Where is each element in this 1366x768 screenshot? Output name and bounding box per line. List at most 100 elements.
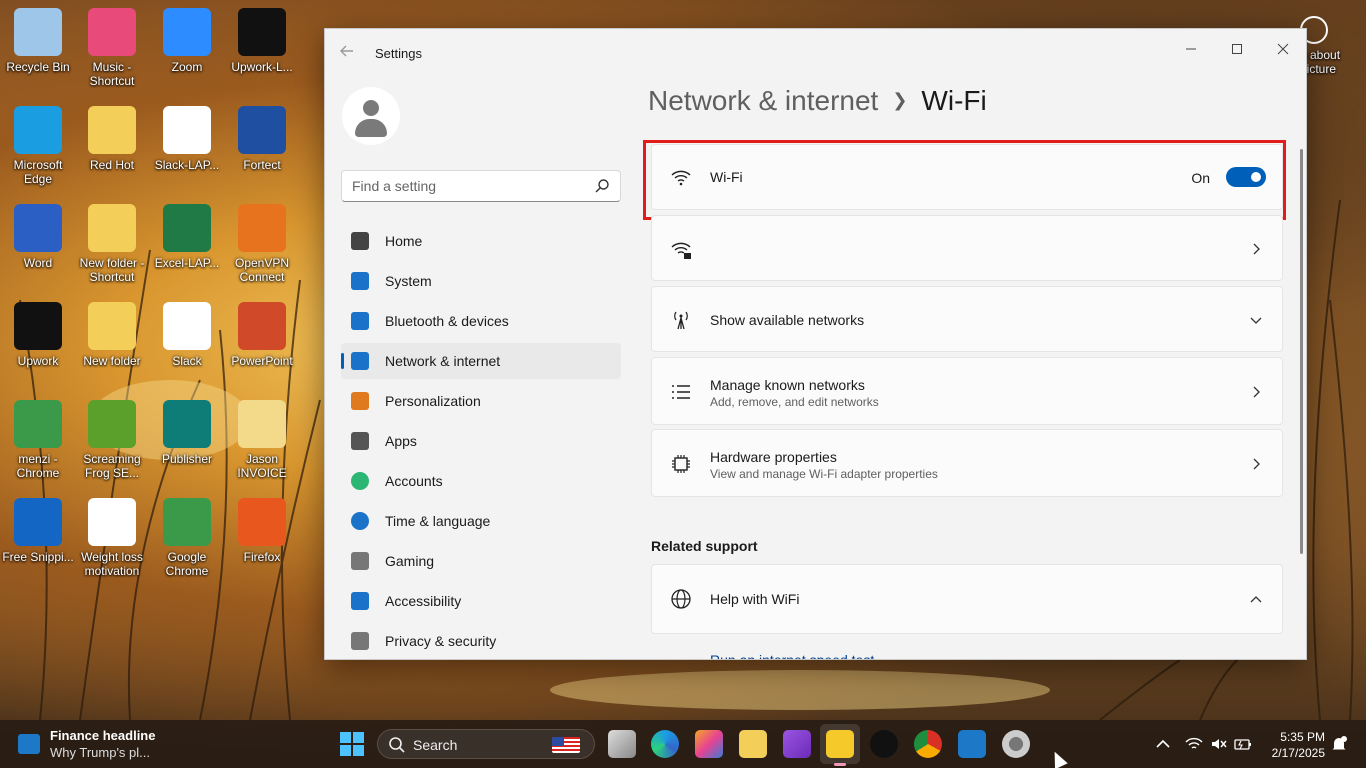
- desktop-icon[interactable]: Upwork: [0, 302, 76, 368]
- desktop-icon[interactable]: Google Chrome: [149, 498, 225, 578]
- news-headline: Why Trump's pl...: [50, 745, 151, 760]
- show-available-networks-card[interactable]: Show available networks: [651, 286, 1283, 352]
- battery-icon[interactable]: [1234, 735, 1252, 753]
- nav-item-personalization[interactable]: Personalization: [341, 383, 621, 419]
- desktop-icon[interactable]: Firefox: [224, 498, 300, 564]
- taskbar-search[interactable]: Search: [377, 729, 595, 759]
- hardware-properties-card[interactable]: Hardware properties View and manage Wi-F…: [651, 429, 1283, 497]
- apps-icon: [351, 432, 369, 450]
- speed-test-link[interactable]: Run an internet speed test: [710, 652, 874, 659]
- breadcrumb-parent[interactable]: Network & internet: [648, 85, 878, 116]
- chevron-up-icon[interactable]: [1154, 735, 1172, 753]
- desktop-icon[interactable]: Microsoft Edge: [0, 106, 76, 186]
- maximize-button[interactable]: [1214, 35, 1260, 65]
- folder-icon: [238, 400, 286, 448]
- desktop-icon[interactable]: Excel-LAP...: [149, 204, 225, 270]
- desktop-icon[interactable]: Upwork-L...: [224, 8, 300, 74]
- desktop-icon[interactable]: Free Snippi...: [0, 498, 76, 564]
- sticky-notes-icon[interactable]: [826, 730, 854, 766]
- desktop-icon[interactable]: Recycle Bin: [0, 8, 76, 74]
- nav-item-time-language[interactable]: Time & language: [341, 503, 621, 539]
- nav-item-system[interactable]: System: [341, 263, 621, 299]
- related-support-heading: Related support: [651, 538, 758, 554]
- learn-about-picture[interactable]: o about picture: [1300, 16, 1360, 76]
- desktop-icon[interactable]: Music - Shortcut: [74, 8, 150, 88]
- settings-gear-icon[interactable]: [1002, 730, 1030, 758]
- desktop-icon[interactable]: menzi - Chrome: [0, 400, 76, 480]
- desktop-icon[interactable]: Slack-LAP...: [149, 106, 225, 172]
- chip-icon: [672, 455, 690, 473]
- manage-known-networks-card[interactable]: Manage known networks Add, remove, and e…: [651, 357, 1283, 425]
- desktop-icon[interactable]: New folder - Shortcut: [74, 204, 150, 284]
- desktop-icon[interactable]: Jason INVOICE: [224, 400, 300, 480]
- chevron-up-icon: [1250, 596, 1262, 603]
- desktop-icon[interactable]: Fortect: [224, 106, 300, 172]
- file-explorer-icon[interactable]: [739, 730, 767, 758]
- wifi-icon[interactable]: [1185, 735, 1203, 753]
- page-title: Wi-Fi: [921, 85, 987, 116]
- title-bar: Settings: [325, 29, 1306, 77]
- chrome-icon: [14, 400, 62, 448]
- powerpoint-icon: [238, 302, 286, 350]
- desktop-icon[interactable]: Slack: [149, 302, 225, 368]
- nav-item-accounts[interactable]: Accounts: [341, 463, 621, 499]
- minimize-button[interactable]: [1168, 35, 1214, 65]
- arrow-left-icon: [340, 45, 353, 57]
- desktop-icon[interactable]: Weight loss motivation: [74, 498, 150, 578]
- folder-icon: [88, 302, 136, 350]
- nav-item-bluetooth-devices[interactable]: Bluetooth & devices: [341, 303, 621, 339]
- nav-item-label: Apps: [385, 433, 417, 449]
- chevron-right-icon: [1253, 458, 1260, 470]
- user-avatar[interactable]: [342, 87, 400, 145]
- shield-icon: [351, 632, 369, 650]
- word-icon: [14, 204, 62, 252]
- excel-icon: [163, 204, 211, 252]
- desktop-icon[interactable]: Red Hot: [74, 106, 150, 172]
- settings-search[interactable]: [341, 170, 621, 202]
- nav-item-label: Bluetooth & devices: [385, 313, 509, 329]
- desktop-icon-label: Zoom: [171, 60, 203, 74]
- connected-network-card[interactable]: [651, 215, 1283, 281]
- close-button[interactable]: [1260, 35, 1306, 65]
- help-with-wifi-card[interactable]: Help with WiFi: [651, 564, 1283, 634]
- start-button[interactable]: [338, 730, 366, 758]
- home-icon: [351, 232, 369, 250]
- desktop-icon[interactable]: New folder: [74, 302, 150, 368]
- nav-item-label: Network & internet: [385, 353, 501, 369]
- pen-app-icon[interactable]: [783, 730, 811, 758]
- desktop-icon[interactable]: Publisher: [149, 400, 225, 466]
- desktop-icon-label: Weight loss motivation: [81, 550, 143, 578]
- upwork-icon[interactable]: [870, 730, 898, 758]
- desktop-icon-label: New folder: [83, 354, 141, 368]
- task-view-icon[interactable]: [608, 730, 636, 758]
- search-icon: [595, 179, 609, 193]
- notification-bell-icon[interactable]: [1330, 735, 1348, 753]
- chrome-icon[interactable]: [914, 730, 942, 758]
- news-title: Finance headline: [50, 728, 156, 743]
- copilot-icon[interactable]: [695, 730, 723, 758]
- upwork-icon: [14, 302, 62, 350]
- desktop-icon[interactable]: PowerPoint: [224, 302, 300, 368]
- edge-icon[interactable]: [651, 730, 679, 758]
- nav-item-privacy-security[interactable]: Privacy & security: [341, 623, 621, 659]
- volume-muted-icon[interactable]: [1210, 735, 1228, 753]
- desktop-icon[interactable]: Screaming Frog SE...: [74, 400, 150, 480]
- clock-time: 5:35 PM: [1280, 730, 1325, 744]
- notepad-icon[interactable]: [958, 730, 986, 758]
- manage-known-networks-subtitle: Add, remove, and edit networks: [710, 395, 879, 409]
- desktop-icon[interactable]: OpenVPN Connect: [224, 204, 300, 284]
- desktop-icon-label: Slack-LAP...: [154, 158, 220, 172]
- nav-item-gaming[interactable]: Gaming: [341, 543, 621, 579]
- nav-item-network-internet[interactable]: Network & internet: [341, 343, 621, 379]
- nav-item-apps[interactable]: Apps: [341, 423, 621, 459]
- desktop-icon[interactable]: Zoom: [149, 8, 225, 74]
- globe-icon: [671, 589, 691, 609]
- system-clock[interactable]: 5:35 PM 2/17/2025: [1272, 729, 1325, 761]
- settings-search-input[interactable]: [342, 171, 582, 201]
- scrollbar[interactable]: [1300, 149, 1303, 554]
- nav-item-accessibility[interactable]: Accessibility: [341, 583, 621, 619]
- back-button[interactable]: [339, 43, 359, 63]
- desktop-icon[interactable]: Word: [0, 204, 76, 270]
- settings-nav: Home System Bluetooth & devices Network & i…: [341, 223, 621, 659]
- nav-item-home[interactable]: Home: [341, 223, 621, 259]
